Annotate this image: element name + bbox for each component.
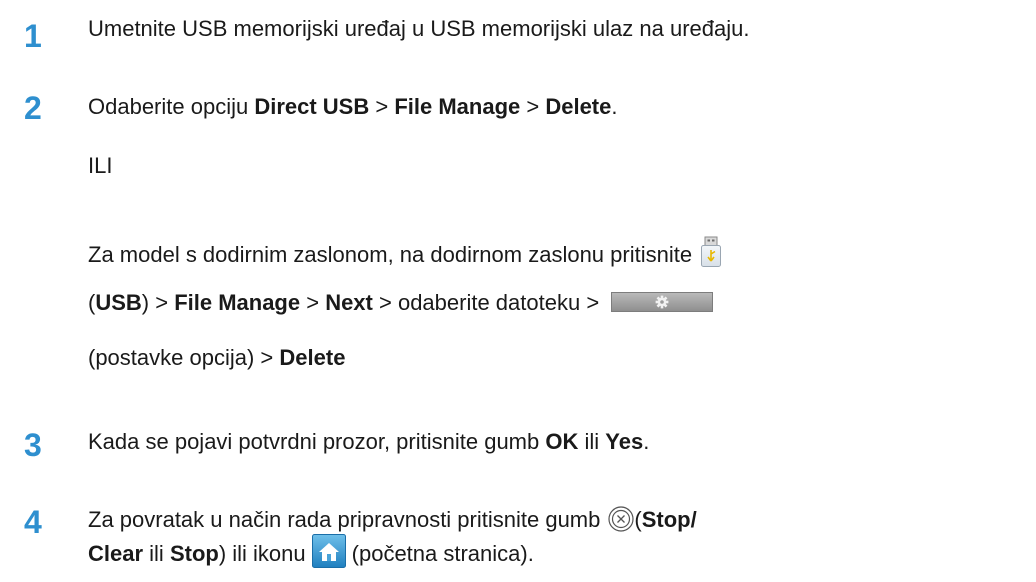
home-text: (početna stranica).: [351, 540, 534, 566]
separator: >: [580, 290, 606, 315]
period: .: [643, 429, 650, 454]
stop-clear-label-a: Stop/: [641, 506, 697, 532]
separator: >: [254, 345, 280, 370]
options-text: (postavke opcija): [88, 345, 255, 370]
home-icon: [311, 534, 346, 568]
step-number-2: 2: [24, 90, 42, 126]
paren: ): [141, 290, 150, 315]
step-number-3: 3: [24, 427, 42, 463]
next-label: Next: [325, 290, 373, 315]
gear-options-button: [611, 292, 714, 313]
step-4-lead: Za povratak u način rada pripravnosti pr…: [88, 506, 601, 532]
step-4-line-1: Za povratak u način rada pripravnosti pr…: [88, 506, 697, 534]
step-2-lead: Odaberite opciju: [88, 94, 255, 119]
period: .: [611, 94, 618, 119]
step-number-4: 4: [24, 504, 42, 540]
separator: >: [300, 290, 326, 315]
menu-delete: Delete: [545, 94, 612, 119]
separator: >: [149, 290, 175, 315]
step-number-1: 1: [24, 18, 42, 54]
or-word: ili: [578, 429, 606, 454]
step-4-line-2: Clear ili Stop) ili ikonu (početna stran…: [88, 534, 534, 572]
step-2-options-line: (postavke opcija) > Delete: [88, 347, 345, 369]
stop-clear-icon: [608, 506, 634, 532]
stop-clear-label-b: Clear: [88, 540, 144, 566]
step-2-touch-path: (USB) > File Manage > Next > odaberite d…: [88, 290, 714, 315]
menu-direct-usb: Direct USB: [254, 94, 370, 119]
step-2-or: ILI: [88, 153, 113, 178]
paren: (: [634, 506, 642, 532]
step-2-line-1: Odaberite opciju Direct USB > File Manag…: [88, 96, 618, 118]
step-3-lead: Kada se pojavi potvrdni prozor, pritisni…: [88, 429, 546, 454]
after-stop: ) ili ikonu: [218, 540, 306, 566]
separator: >: [520, 94, 546, 119]
usb-label: USB: [95, 290, 142, 315]
file-manage-label: File Manage: [174, 290, 301, 315]
stop-label: Stop: [169, 540, 219, 566]
step-2-touch-line: Za model s dodirnim zaslonom, na dodirno…: [88, 236, 722, 272]
separator: >: [369, 94, 395, 119]
usb-icon: [700, 236, 722, 268]
ok-label: OK: [545, 429, 579, 454]
touch-intro: Za model s dodirnim zaslonom, na dodirno…: [88, 241, 693, 267]
step-3-text: Kada se pojavi potvrdni prozor, pritisni…: [88, 431, 649, 453]
yes-label: Yes: [605, 429, 644, 454]
step-1-text: Umetnite USB memorijski uređaj u USB mem…: [88, 16, 750, 41]
menu-file-manage: File Manage: [394, 94, 521, 119]
separator: >: [372, 290, 398, 315]
delete-label: Delete: [279, 345, 346, 370]
or-word: ili: [143, 540, 170, 566]
choose-file-text: odaberite datoteku: [397, 290, 581, 315]
